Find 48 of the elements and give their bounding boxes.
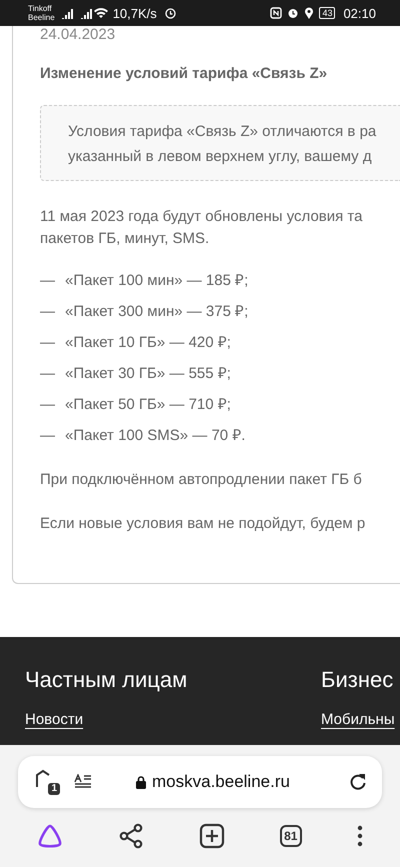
share-icon[interactable] xyxy=(118,823,144,849)
address-bar[interactable]: 1 moskva.beeline.ru xyxy=(18,756,382,808)
footer-link[interactable]: Новости xyxy=(25,711,84,728)
package-price: «Пакет 50 ГБ» — 710 ₽; xyxy=(65,395,231,415)
notice-text: указанный в левом верхнем углу, вашему д xyxy=(68,147,373,167)
tab-badge: 1 xyxy=(48,783,60,795)
footer-heading: Частным лицам xyxy=(25,667,188,693)
location-icon xyxy=(304,7,314,19)
network-speed: 10,7K/s xyxy=(112,6,157,20)
list-dash: — xyxy=(40,364,55,384)
signal-icon xyxy=(60,7,74,19)
package-price: «Пакет 30 ГБ» — 555 ₽; xyxy=(65,364,231,384)
footer-link[interactable]: Мобильны xyxy=(321,711,395,728)
tabs-button[interactable]: 1 xyxy=(34,769,60,795)
list-dash: — xyxy=(40,271,55,291)
signal-icon xyxy=(80,7,93,19)
footer-heading: Бизнес xyxy=(321,667,394,693)
alarm-icon xyxy=(287,7,300,19)
tab-count-button[interactable]: 81 xyxy=(280,825,302,847)
article-date: 24.04.2023 xyxy=(40,26,116,44)
new-tab-icon[interactable] xyxy=(198,823,225,849)
nfc-icon xyxy=(270,7,282,19)
carrier-name: Beeline xyxy=(28,13,55,22)
paragraph-text: При подключённом автопродлении пакет ГБ б xyxy=(40,470,363,490)
battery-level: 43 xyxy=(319,7,336,19)
clock-icon xyxy=(164,8,176,18)
paragraph-text: пакетов ГБ, минут, SMS. xyxy=(40,229,210,249)
assistant-icon[interactable] xyxy=(37,824,64,848)
list-dash: — xyxy=(40,333,55,353)
reader-icon[interactable] xyxy=(74,774,92,790)
url-text[interactable]: moskva.beeline.ru xyxy=(152,772,290,792)
notice-text: Условия тарифа «Связь Z» отличаются в ра xyxy=(68,122,378,142)
list-dash: — xyxy=(40,395,55,415)
list-dash: — xyxy=(40,302,55,322)
paragraph-text: Если новые условия вам не подойдут, будем р xyxy=(40,514,366,534)
wifi-icon xyxy=(92,7,109,19)
reload-icon[interactable] xyxy=(348,772,368,792)
article-title: Изменение условий тарифа «Связь Z» xyxy=(40,64,328,84)
package-price: «Пакет 100 SMS» — 70 ₽. xyxy=(65,426,246,446)
package-price: «Пакет 100 мин» — 185 ₽; xyxy=(65,271,248,291)
paragraph-text: 11 мая 2023 года будут обновлены условия та xyxy=(40,207,364,227)
list-dash: — xyxy=(40,426,55,446)
menu-icon[interactable] xyxy=(356,825,363,847)
carrier-name: Tinkoff xyxy=(28,4,53,13)
package-price: «Пакет 10 ГБ» — 420 ₽; xyxy=(65,333,231,353)
clock-time: 02:10 xyxy=(343,6,376,20)
lock-icon xyxy=(136,776,146,788)
package-price: «Пакет 300 мин» — 375 ₽; xyxy=(65,302,248,322)
